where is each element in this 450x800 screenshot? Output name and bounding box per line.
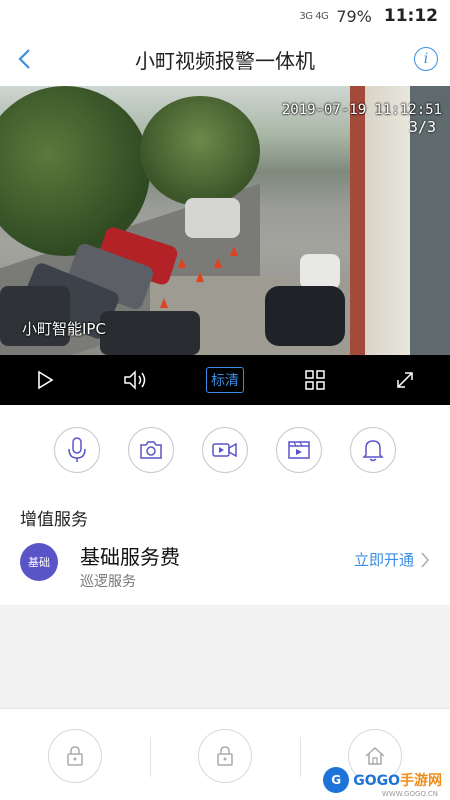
service-item[interactable]: 基础 基础服务费 巡逻服务 立即开通 [0,533,450,603]
traffic-cone [178,258,186,268]
traffic-cone [230,246,238,256]
traffic-cone [160,298,168,308]
alarm-button[interactable] [350,427,396,473]
traffic-cone [196,272,204,282]
play-icon [38,370,54,390]
page-title: 小町视频报警一体机 [135,48,315,73]
lock-icon [67,746,83,766]
traffic-cone [214,258,222,268]
video-timestamp: 2019-07-19 11:12:51 [281,102,442,118]
activate-label: 立即开通 [353,551,414,569]
grid-icon [305,370,325,390]
talk-button[interactable] [54,427,100,473]
divider [300,737,301,777]
tree [140,96,260,206]
video-record-icon [212,442,237,458]
lock-button-2[interactable] [198,729,252,783]
volume-icon [124,370,146,390]
car [185,198,240,238]
clock: 11:12 [383,6,438,26]
video-control-bar: 标清 [0,355,450,405]
channel-counter: 3/3 [408,118,436,136]
service-name: 基础服务费 [80,545,180,569]
activate-link[interactable]: 立即开通 [354,549,430,570]
microphone-icon [68,437,86,462]
logo-suffix: 手游网 [400,773,442,789]
nav-bar: 小町视频报警一体机 i [0,32,450,86]
grid-button[interactable] [295,360,335,400]
camera-watermark: 小町智能IPC [22,320,106,338]
car [100,311,200,355]
snapshot-button[interactable] [128,427,174,473]
logo-text: GOGO [353,773,400,789]
chevron-right-icon [421,552,429,567]
playback-icon [288,441,310,459]
logo-badge: G [323,767,350,793]
chevron-left-icon [18,49,30,69]
lock-icon [217,746,233,766]
lock-button-1[interactable] [48,729,102,783]
divider [150,737,151,777]
info-button[interactable]: i [414,47,438,71]
car [265,286,345,346]
status-bar: 3G 4G 79% 11:12 [0,0,450,32]
network-indicator: 3G 4G [299,10,329,22]
logo-url: WWW.GOGO.CN [381,790,438,798]
section-title: 增值服务 [20,510,88,530]
record-button[interactable] [202,427,248,473]
action-row [0,427,450,473]
playback-button[interactable] [276,427,322,473]
fullscreen-icon [397,372,413,388]
video-player[interactable]: 2019-07-19 11:12:51 3/3 小町智能IPC [0,86,450,355]
home-icon [365,746,385,765]
service-badge: 基础 [20,543,58,581]
play-button[interactable] [25,360,65,400]
service-subtitle: 巡逻服务 [80,574,136,590]
fullscreen-button[interactable] [385,360,425,400]
back-button[interactable] [8,42,42,76]
quality-button[interactable]: 标清 [205,360,245,400]
volume-button[interactable] [115,360,155,400]
car [300,254,340,289]
camera-icon [140,441,162,459]
function-panel: 增值服务 基础 基础服务费 巡逻服务 立即开通 [0,405,450,605]
bell-icon [362,440,384,462]
info-icon: i [423,51,429,67]
quality-label: 标清 [206,367,244,393]
battery-level: 79% [336,6,372,26]
bottom-bar: G GOGO手游网 WWW.GOGO.CN [0,708,450,800]
